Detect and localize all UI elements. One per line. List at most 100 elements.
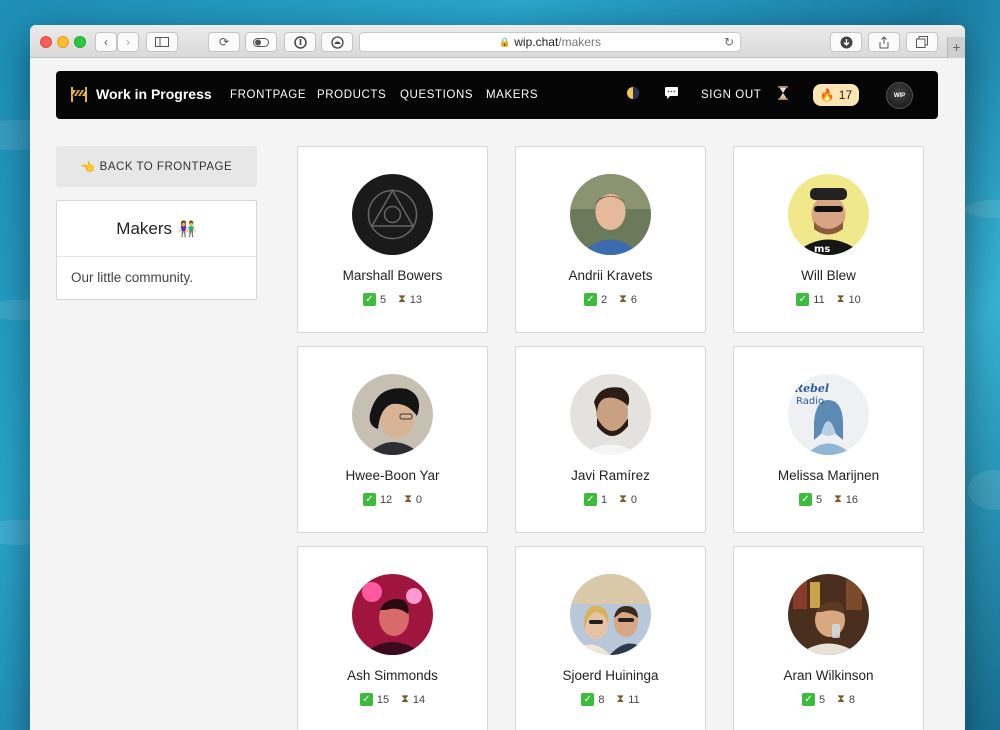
reload-icon[interactable]: ↻ bbox=[724, 35, 734, 49]
check-icon: ✓ bbox=[362, 493, 376, 506]
nav-makers[interactable]: MAKERS bbox=[486, 89, 538, 101]
maker-name[interactable]: Sjoerd Huininga bbox=[516, 668, 705, 683]
check-icon: ✓ bbox=[584, 493, 597, 506]
maker-card[interactable]: Marshall Bowers ✓ 5 ⧗ 13 bbox=[297, 146, 488, 333]
pending-count: 8 bbox=[848, 693, 855, 706]
hourglass-icon: ⧗ bbox=[404, 493, 412, 505]
maker-stats: ✓ 11 ⧗ 10 bbox=[734, 293, 923, 306]
maker-avatar[interactable] bbox=[570, 174, 651, 255]
check-icon: ✓ bbox=[584, 293, 597, 306]
extension-toggle-button[interactable] bbox=[245, 32, 277, 52]
maker-name[interactable]: Andrii Kravets bbox=[516, 268, 705, 283]
maker-stats: ✓ 15 ⧗ 14 bbox=[298, 693, 487, 706]
tabs-icon bbox=[916, 36, 928, 48]
ghost-icon bbox=[330, 35, 344, 49]
moon-icon[interactable] bbox=[626, 86, 640, 103]
maker-card[interactable]: Javi Ramírez ✓ 1 ⧗ 0 bbox=[515, 346, 706, 533]
maximize-window-button[interactable] bbox=[74, 36, 86, 48]
downloads-button[interactable] bbox=[830, 32, 862, 52]
forward-nav-button[interactable]: › bbox=[117, 32, 139, 52]
url-path: /makers bbox=[558, 35, 601, 49]
address-bar[interactable]: 🔒 wip.chat/makers ↻ bbox=[359, 32, 741, 52]
done-count: 5 bbox=[819, 693, 826, 706]
browser-toolbar: ‹ › ⟳ 🔒 wip.chat/makers ↻ + bbox=[30, 25, 965, 58]
maker-name[interactable]: Marshall Bowers bbox=[298, 268, 487, 283]
construction-barrier-icon bbox=[71, 87, 87, 102]
maker-avatar[interactable]: Rebel Radio bbox=[788, 374, 869, 455]
chevron-right-icon: › bbox=[126, 35, 130, 49]
svg-text:Rebel: Rebel bbox=[793, 382, 829, 395]
back-label: BACK TO FRONTPAGE bbox=[99, 160, 233, 173]
hourglass-icon: ⧗ bbox=[834, 493, 842, 505]
pending-count: 13 bbox=[409, 293, 423, 306]
maker-name[interactable]: Javi Ramírez bbox=[516, 468, 705, 483]
check-icon: ✓ bbox=[802, 693, 815, 706]
streak-count: 17 bbox=[838, 88, 853, 102]
pointing-hand-icon: 👈 bbox=[80, 161, 96, 174]
back-to-frontpage-button[interactable]: 👈 BACK TO FRONTPAGE bbox=[56, 146, 257, 187]
done-count: 1 bbox=[601, 493, 608, 506]
chat-bubble-icon[interactable] bbox=[664, 86, 679, 103]
minimize-window-button[interactable] bbox=[57, 36, 69, 48]
makers-title-row: Makers 👫 bbox=[57, 201, 256, 257]
maker-avatar[interactable] bbox=[570, 574, 651, 655]
new-tab-button[interactable]: + bbox=[947, 37, 965, 58]
share-button[interactable] bbox=[868, 32, 900, 52]
maker-stats: ✓ 5 ⧗ 16 bbox=[734, 493, 923, 506]
hourglass-icon[interactable] bbox=[778, 86, 788, 103]
check-icon: ✓ bbox=[796, 293, 810, 306]
maker-card[interactable]: Hwee-Boon Yar ✓ 12 ⧗ 0 bbox=[297, 346, 488, 533]
maker-card[interactable]: Ash Simmonds ✓ 15 ⧗ 14 bbox=[297, 546, 488, 730]
share-icon bbox=[879, 35, 889, 48]
maker-avatar[interactable] bbox=[788, 574, 869, 655]
maker-name[interactable]: Aran Wilkinson bbox=[734, 668, 923, 683]
sync-icon: ⟳ bbox=[218, 35, 230, 49]
pending-count: 6 bbox=[630, 293, 637, 306]
maker-avatar[interactable]: ms bbox=[788, 174, 869, 255]
back-nav-button[interactable]: ‹ bbox=[95, 32, 117, 52]
maker-card[interactable]: Sjoerd Huininga ✓ 8 ⧗ 11 bbox=[515, 546, 706, 730]
maker-name[interactable]: Will Blew bbox=[734, 268, 923, 283]
user-avatar[interactable]: WIP bbox=[886, 82, 913, 109]
maker-card[interactable]: Aran Wilkinson ✓ 5 ⧗ 8 bbox=[733, 546, 924, 730]
extension-password-button[interactable] bbox=[284, 32, 316, 52]
fire-icon: 🔥 bbox=[819, 88, 835, 102]
maker-stats: ✓ 2 ⧗ 6 bbox=[516, 293, 705, 306]
maker-avatar[interactable] bbox=[570, 374, 651, 455]
maker-card[interactable]: Andrii Kravets ✓ 2 ⧗ 6 bbox=[515, 146, 706, 333]
streak-badge[interactable]: 🔥 17 bbox=[813, 84, 859, 106]
hourglass-icon: ⧗ bbox=[401, 693, 409, 705]
brand[interactable]: Work in Progress bbox=[70, 85, 212, 103]
nav-questions[interactable]: QUESTIONS bbox=[400, 89, 473, 101]
browser-window: ‹ › ⟳ 🔒 wip.chat/makers ↻ + Work in Prog… bbox=[30, 25, 965, 730]
site-navbar: Work in Progress FRONTPAGE PRODUCTS QUES… bbox=[56, 71, 938, 119]
done-count: 15 bbox=[376, 693, 390, 706]
hourglass-icon: ⧗ bbox=[616, 693, 625, 705]
svg-text:Radio: Radio bbox=[796, 396, 824, 407]
extension-sync-button[interactable]: ⟳ bbox=[208, 32, 240, 52]
pending-count: 0 bbox=[630, 493, 637, 506]
maker-name[interactable]: Ash Simmonds bbox=[298, 668, 487, 683]
nav-products[interactable]: PRODUCTS bbox=[317, 89, 386, 101]
done-count: 11 bbox=[813, 293, 825, 306]
hourglass-icon: ⧗ bbox=[619, 293, 627, 305]
tabs-overview-button[interactable] bbox=[906, 32, 938, 52]
done-count: 5 bbox=[815, 493, 823, 506]
maker-stats: ✓ 5 ⧗ 8 bbox=[734, 693, 923, 706]
maker-name[interactable]: Melissa Marijnen bbox=[734, 468, 923, 483]
couple-icon: 👫 bbox=[178, 220, 197, 238]
maker-card[interactable]: Rebel Radio Melissa Marijnen ✓ 5 ⧗ 16 bbox=[733, 346, 924, 533]
maker-avatar[interactable] bbox=[352, 574, 433, 655]
close-window-button[interactable] bbox=[40, 36, 52, 48]
maker-name[interactable]: Hwee-Boon Yar bbox=[298, 468, 487, 483]
sidebar-toggle-button[interactable] bbox=[146, 32, 178, 52]
plus-icon: + bbox=[952, 39, 961, 55]
maker-avatar[interactable] bbox=[352, 374, 433, 455]
nav-sign-out[interactable]: SIGN OUT bbox=[701, 89, 761, 101]
extension-ghostery-button[interactable] bbox=[321, 32, 353, 52]
maker-card[interactable]: ms Will Blew ✓ 11 ⧗ 10 bbox=[733, 146, 924, 333]
maker-avatar[interactable] bbox=[352, 174, 433, 255]
makers-description: Our little community. bbox=[71, 270, 194, 285]
nav-frontpage[interactable]: FRONTPAGE bbox=[230, 89, 306, 101]
svg-text:ms: ms bbox=[814, 244, 830, 255]
